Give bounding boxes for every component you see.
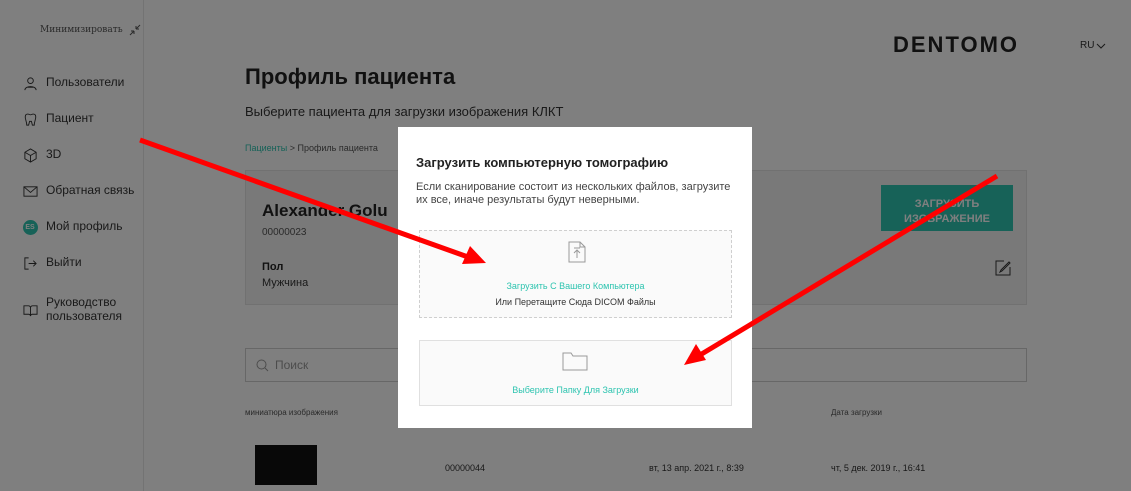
- select-folder-link[interactable]: Выберите Папку Для Загрузки: [420, 385, 731, 395]
- file-drop-zone[interactable]: Загрузить С Вашего Компьютера Или Перета…: [419, 230, 732, 318]
- modal-note: Если сканирование состоит из нескольких …: [416, 181, 731, 206]
- folder-select-zone[interactable]: Выберите Папку Для Загрузки: [419, 340, 732, 406]
- upload-from-computer-link[interactable]: Загрузить С Вашего Компьютера: [420, 281, 731, 291]
- drop-hint: Или Перетащите Сюда DICOM Файлы: [495, 297, 656, 307]
- file-upload-icon: [568, 241, 586, 263]
- upload-ct-modal: Загрузить компьютерную томографию Если с…: [398, 127, 752, 428]
- folder-icon: [562, 352, 588, 371]
- modal-title: Загрузить компьютерную томографию: [416, 155, 669, 170]
